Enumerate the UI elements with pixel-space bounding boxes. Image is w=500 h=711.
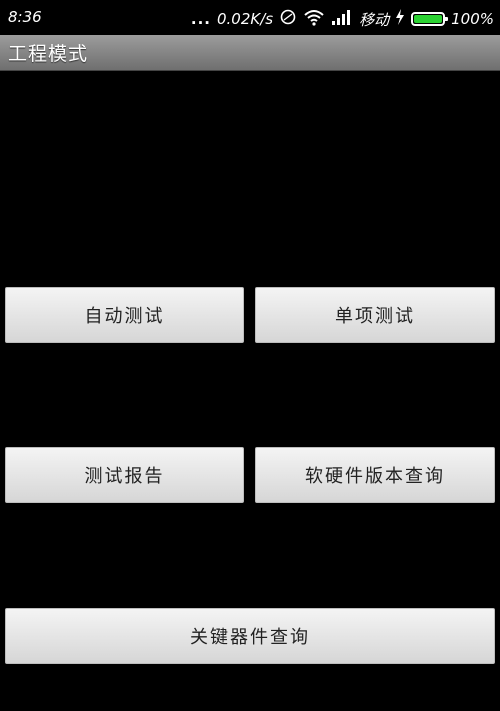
signal-icon [331, 8, 353, 30]
battery-percent: 100% [451, 10, 494, 28]
network-speed: 0.02K/s [216, 10, 274, 28]
sw-hw-version-button[interactable]: 软硬件版本查询 [255, 447, 495, 503]
wifi-icon [303, 8, 325, 30]
single-test-button[interactable]: 单项测试 [255, 287, 495, 343]
battery-fill [414, 15, 443, 23]
status-time: 8:36 [8, 8, 42, 26]
charging-icon [395, 8, 405, 30]
status-bar: 8:36 ... 0.02K/s 移动 100% [0, 0, 500, 35]
battery-icon [411, 12, 449, 26]
test-report-button[interactable]: 测试报告 [5, 447, 244, 503]
page-title: 工程模式 [8, 43, 89, 65]
dots-icon: ... [190, 10, 211, 28]
carrier-label: 移动 [359, 10, 390, 29]
status-right-group: ... 0.02K/s 移动 100% [191, 8, 494, 30]
auto-test-button[interactable]: 自动测试 [5, 287, 244, 343]
key-component-button[interactable]: 关键器件查询 [5, 608, 495, 664]
title-bar: 工程模式 [0, 35, 500, 71]
sync-icon [279, 8, 297, 30]
